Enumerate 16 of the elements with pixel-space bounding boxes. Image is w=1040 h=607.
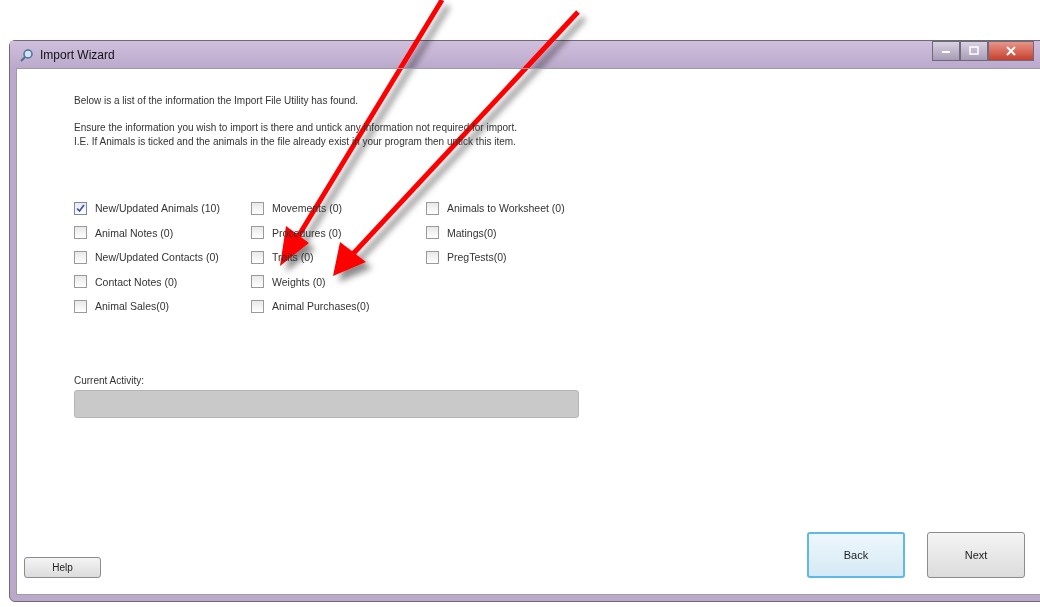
next-button[interactable]: Next xyxy=(927,532,1025,578)
window-title: Import Wizard xyxy=(40,47,115,62)
option-checkbox[interactable]: Animals to Worksheet (0) xyxy=(426,200,565,217)
option-checkbox[interactable]: Contact Notes (0) xyxy=(74,273,251,290)
activity-label: Current Activity: xyxy=(74,374,146,386)
option-checkbox[interactable]: New/Updated Animals (10) xyxy=(74,200,251,217)
option-checkbox[interactable]: PregTests(0) xyxy=(426,249,565,266)
option-checkbox[interactable]: Matings(0) xyxy=(426,224,565,241)
back-button[interactable]: Back xyxy=(807,532,905,578)
option-checkbox[interactable]: New/Updated Contacts (0) xyxy=(74,249,251,266)
option-checkbox[interactable]: Animal Notes (0) xyxy=(74,224,251,241)
help-button[interactable]: Help xyxy=(24,557,101,578)
option-checkbox[interactable]: Animal Purchases(0) xyxy=(251,298,426,315)
option-checkbox[interactable]: Animal Sales(0) xyxy=(74,298,251,315)
intro-text: Below is a list of the information the Import File Utility has found. xyxy=(74,95,359,106)
option-checkbox[interactable]: Weights (0) xyxy=(251,273,426,290)
